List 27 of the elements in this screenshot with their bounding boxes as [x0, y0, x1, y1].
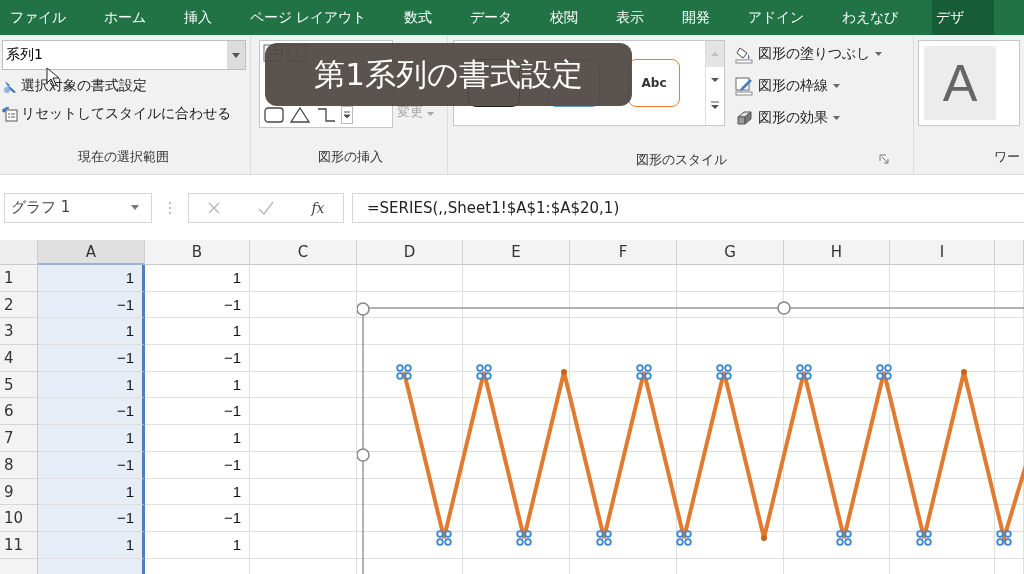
tooltip: 第1系列の書式設定	[265, 43, 632, 106]
table-cell: 1	[145, 531, 250, 559]
table-cell: 1	[145, 318, 250, 346]
table-cell: 1	[38, 318, 145, 346]
table-cell: 1	[38, 531, 145, 559]
group-label: ワー	[993, 148, 1020, 166]
table-cell: 1	[145, 371, 250, 399]
group-label: 図形の挿入	[317, 148, 385, 166]
table-cell: −1	[145, 398, 250, 426]
table-cell: −1	[38, 291, 145, 319]
table-cell: −1	[145, 505, 250, 532]
table-cell: 1	[38, 265, 145, 292]
table-cell: 1	[145, 425, 250, 452]
table-cell: −1	[38, 398, 145, 426]
table-cell: −1	[145, 291, 250, 319]
group-label: 図形のスタイル	[635, 151, 727, 169]
table-cell: −1	[38, 505, 145, 532]
table-cell: −1	[38, 451, 145, 479]
table-cell: 1	[38, 371, 145, 399]
table-cell: 1	[145, 478, 250, 506]
table-cell: 1	[145, 265, 250, 292]
table-cell: −1	[145, 345, 250, 372]
table-cell: −1	[145, 451, 250, 479]
table-cell: −1	[38, 345, 145, 372]
table-cell: 1	[38, 478, 145, 506]
table-cell: 1	[38, 425, 145, 452]
group-label: 現在の選択範囲	[77, 148, 171, 166]
